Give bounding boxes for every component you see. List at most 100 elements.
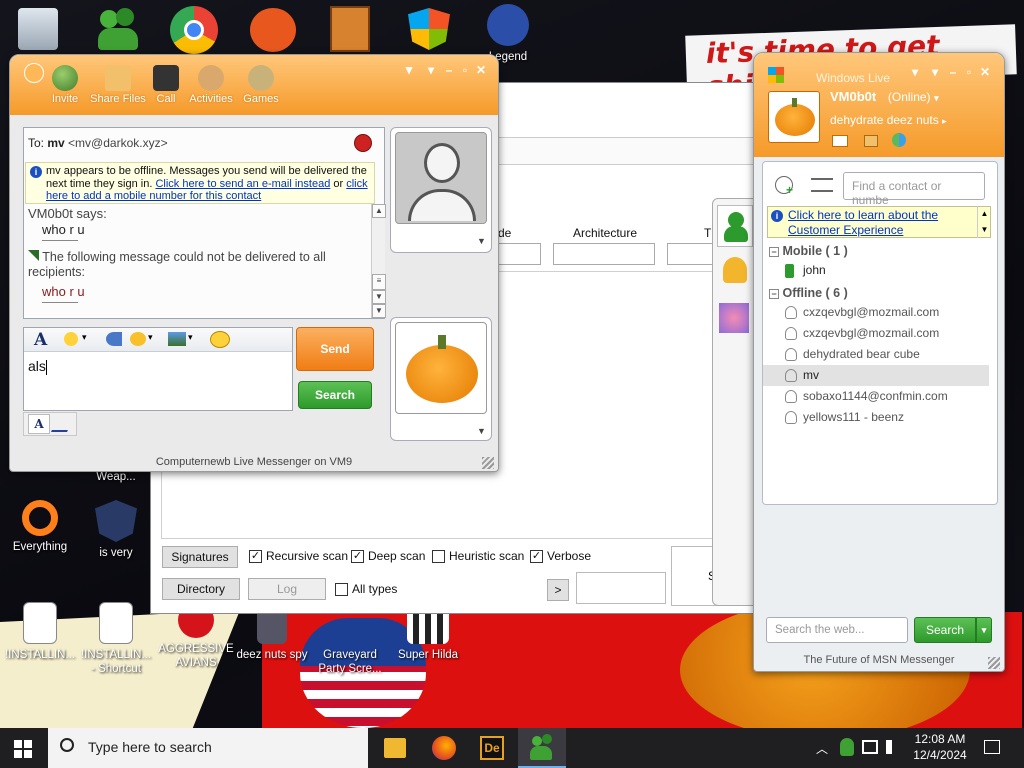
checkbox-checked[interactable]: ✓	[530, 549, 543, 563]
contact-item[interactable]: john	[763, 260, 989, 281]
heuristic-scan-checkbox[interactable]: Heuristic scan	[432, 549, 524, 563]
user-name[interactable]: VM0b0t (Online) ▾	[830, 89, 939, 104]
desktop-icon-is-very[interactable]: is very	[78, 500, 154, 560]
contact-item[interactable]: yellows111 - beenz	[763, 407, 989, 428]
scroll-down-arrow-icon[interactable]: ▼	[372, 290, 386, 304]
app-p-icon[interactable]	[250, 8, 296, 52]
contact-item-selected[interactable]: mv	[763, 365, 989, 386]
taskbar-search-box[interactable]: Type here to search	[48, 728, 368, 768]
checkbox-unchecked[interactable]	[432, 549, 445, 563]
list-options-icon[interactable]	[811, 178, 833, 192]
scroll-down-icon[interactable]: ▼	[372, 304, 386, 318]
wink-dropdown-icon[interactable]: ▾	[148, 332, 153, 343]
tray-chevron-icon[interactable]: ︿	[816, 740, 828, 757]
personal-message[interactable]: dehydrate deez nuts ▸	[830, 113, 947, 127]
picture-dropdown-icon[interactable]: ▼	[477, 236, 486, 246]
firefox-icon[interactable]	[432, 736, 456, 760]
desktop-icon-weapons[interactable]: Weap...	[78, 470, 154, 484]
find-contact-input[interactable]: Find a contact or numbe	[843, 172, 985, 207]
emoticon-dropdown-icon[interactable]: ▾	[82, 332, 87, 343]
network-icon[interactable]	[862, 740, 878, 754]
close-icon[interactable]: ✕	[474, 63, 488, 77]
archive-icon[interactable]	[330, 6, 370, 52]
call-button[interactable]: Call	[141, 65, 191, 105]
message-input[interactable]: als	[28, 358, 47, 375]
volume-icon[interactable]	[886, 740, 900, 754]
nudge-icon[interactable]	[210, 331, 230, 348]
share-files-button[interactable]: Share Files	[90, 65, 146, 105]
deep-scan-checkbox[interactable]: ✓ Deep scan	[351, 549, 425, 563]
wink-icon[interactable]	[130, 332, 146, 346]
close-icon[interactable]: ✕	[978, 65, 992, 79]
contact-tab-person[interactable]	[717, 205, 753, 247]
contact-item[interactable]: cxzqevbgl@mozmail.com	[763, 323, 989, 344]
handwriting-mode-icon[interactable]	[51, 416, 73, 432]
background-dropdown-icon[interactable]: ▾	[188, 332, 193, 343]
send-button[interactable]: Send	[296, 327, 374, 371]
spaces-icon[interactable]	[864, 135, 878, 147]
dropdown-icon[interactable]: ▾	[928, 65, 942, 79]
checkbox-checked[interactable]: ✓	[351, 549, 364, 563]
chrome-icon[interactable]	[170, 6, 218, 54]
tray-messenger-icon[interactable]	[840, 738, 854, 756]
messenger-desktop-icon[interactable]	[96, 6, 142, 52]
search-dropdown-icon[interactable]: ▾	[976, 617, 992, 643]
all-types-checkbox[interactable]: All types	[335, 582, 397, 596]
web-search-button[interactable]: Search	[914, 617, 976, 643]
scroll-up-icon[interactable]: ▲	[372, 204, 386, 218]
directory-button[interactable]: Directory	[162, 578, 240, 600]
activities-button[interactable]: Activities	[186, 65, 236, 105]
resize-grip-icon[interactable]	[482, 457, 494, 469]
flower-icon[interactable]	[719, 303, 749, 333]
font-icon[interactable]: A	[34, 330, 47, 350]
recursive-scan-checkbox[interactable]: ✓ Recursive scan	[249, 549, 348, 563]
paint-bucket-icon[interactable]: ▾	[908, 65, 922, 79]
add-contact-icon[interactable]: +	[775, 176, 793, 197]
signatures-button[interactable]: Signatures	[162, 546, 238, 568]
log-button[interactable]: Log	[248, 578, 326, 600]
contact-item[interactable]: dehydrated bear cube	[763, 344, 989, 365]
desktop-icon-installing-shortcut[interactable]: !INSTALLIN... - Shortcut	[78, 602, 154, 676]
voice-clip-icon[interactable]	[106, 332, 122, 346]
send-email-link[interactable]: Click here to send an e-mail instead	[155, 178, 330, 190]
notifications-icon[interactable]	[984, 740, 1000, 754]
contact-item[interactable]: cxzqevbgl@mozmail.com	[763, 302, 989, 323]
customer-experience-link[interactable]: Click here to learn about the Customer Ex…	[788, 208, 938, 237]
recycle-bin-icon[interactable]	[18, 8, 58, 50]
web-search-input[interactable]: Search the web...	[766, 617, 908, 643]
search-button[interactable]: Search	[298, 381, 372, 409]
scroll-thumb[interactable]: ≡	[372, 274, 386, 290]
paint-bucket-icon[interactable]: ▾	[402, 63, 416, 77]
messenger-taskbar-button[interactable]	[518, 728, 566, 768]
block-icon[interactable]	[354, 134, 372, 152]
invite-button[interactable]: Invite	[40, 65, 90, 105]
group-offline[interactable]: − Offline ( 6 )	[769, 286, 848, 300]
checkbox-checked[interactable]: ✓	[249, 549, 262, 563]
user-avatar[interactable]	[768, 91, 820, 143]
own-display-picture[interactable]: ▼	[390, 317, 492, 441]
contact-item[interactable]: sobaxo1144@confmin.com	[763, 386, 989, 407]
dropdown-icon[interactable]: ▾	[424, 63, 438, 77]
banner-scroll[interactable]: ▲ ▼	[977, 206, 991, 238]
picture-dropdown-icon[interactable]: ▼	[477, 426, 486, 436]
resize-grip-icon[interactable]	[988, 657, 1000, 669]
architecture-field[interactable]	[553, 243, 655, 265]
scanner-field-3[interactable]	[667, 243, 717, 265]
background-icon[interactable]	[168, 332, 186, 346]
verbose-checkbox[interactable]: ✓ Verbose	[530, 549, 591, 563]
minimize-icon[interactable]: –	[946, 65, 960, 79]
start-button[interactable]	[14, 740, 32, 758]
desktop-icon-installing[interactable]: !INSTALLIN...	[2, 602, 78, 662]
games-button[interactable]: Games	[236, 65, 286, 105]
taskbar-clock[interactable]: 12:08 AM 12/4/2024	[908, 731, 972, 763]
maximize-icon[interactable]: ▫	[962, 65, 976, 79]
scanner-field-1[interactable]	[497, 243, 541, 265]
news-icon[interactable]	[892, 133, 906, 147]
mail-icon[interactable]	[832, 135, 848, 147]
file-explorer-icon[interactable]	[384, 738, 406, 758]
emoticon-icon[interactable]	[64, 332, 78, 346]
desktop-icon-everything[interactable]: Everything	[2, 500, 78, 554]
checkbox-unchecked[interactable]	[335, 582, 348, 596]
next-button[interactable]: >	[547, 579, 569, 601]
app-de-icon[interactable]: De	[480, 736, 504, 760]
